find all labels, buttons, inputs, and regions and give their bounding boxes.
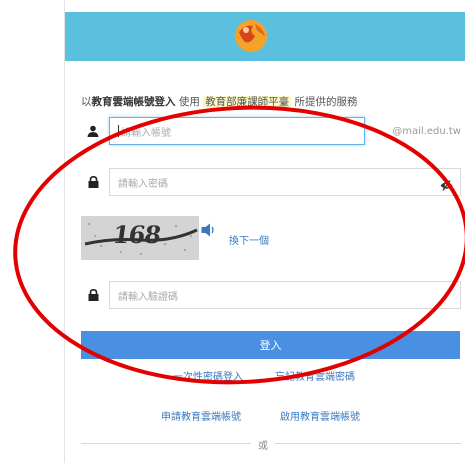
verify-row: 請輸入驗證碼 [81, 281, 461, 309]
divider-left [81, 443, 251, 444]
password-row: 請輸入密碼 [81, 168, 461, 196]
service-name: 教育部廉課師平臺 [203, 96, 292, 108]
account-row: 請輸入帳號 @mail.edu.tw [81, 117, 461, 145]
globe-logo-icon [235, 20, 267, 52]
or-label: 或 [258, 441, 268, 452]
lock-icon [81, 281, 105, 309]
captcha-text: 168 [110, 220, 163, 249]
refresh-captcha-link[interactable]: 換下一個 [229, 232, 269, 247]
divider-right [275, 443, 461, 444]
captcha-image: 168 [81, 216, 199, 260]
activate-account-link[interactable]: 啟用教育雲端帳號 [280, 408, 360, 423]
speaker-icon[interactable] [201, 222, 217, 241]
password-input[interactable]: 請輸入密碼 [109, 168, 461, 196]
captcha-input[interactable]: 請輸入驗證碼 [109, 281, 461, 309]
apply-account-link[interactable]: 申請教育雲端帳號 [161, 408, 241, 423]
login-card: 以教育雲端帳號登入 使用 教育部廉課師平臺 所提供的服務 請輸入帳號 @mail… [64, 0, 465, 463]
lock-icon [81, 168, 105, 196]
otp-login-link[interactable]: 一次性密碼登入 [173, 368, 243, 383]
forgot-password-link[interactable]: 忘記教育雲端密碼 [275, 368, 355, 383]
account-input[interactable]: 請輸入帳號 [109, 117, 365, 145]
login-intro-text: 以教育雲端帳號登入 使用 教育部廉課師平臺 所提供的服務 [81, 96, 358, 108]
user-icon [81, 117, 105, 145]
eye-slash-icon[interactable] [440, 176, 453, 195]
login-button[interactable]: 登入 [81, 331, 460, 359]
email-domain-suffix: @mail.edu.tw [392, 125, 461, 137]
header-bar [65, 12, 465, 61]
